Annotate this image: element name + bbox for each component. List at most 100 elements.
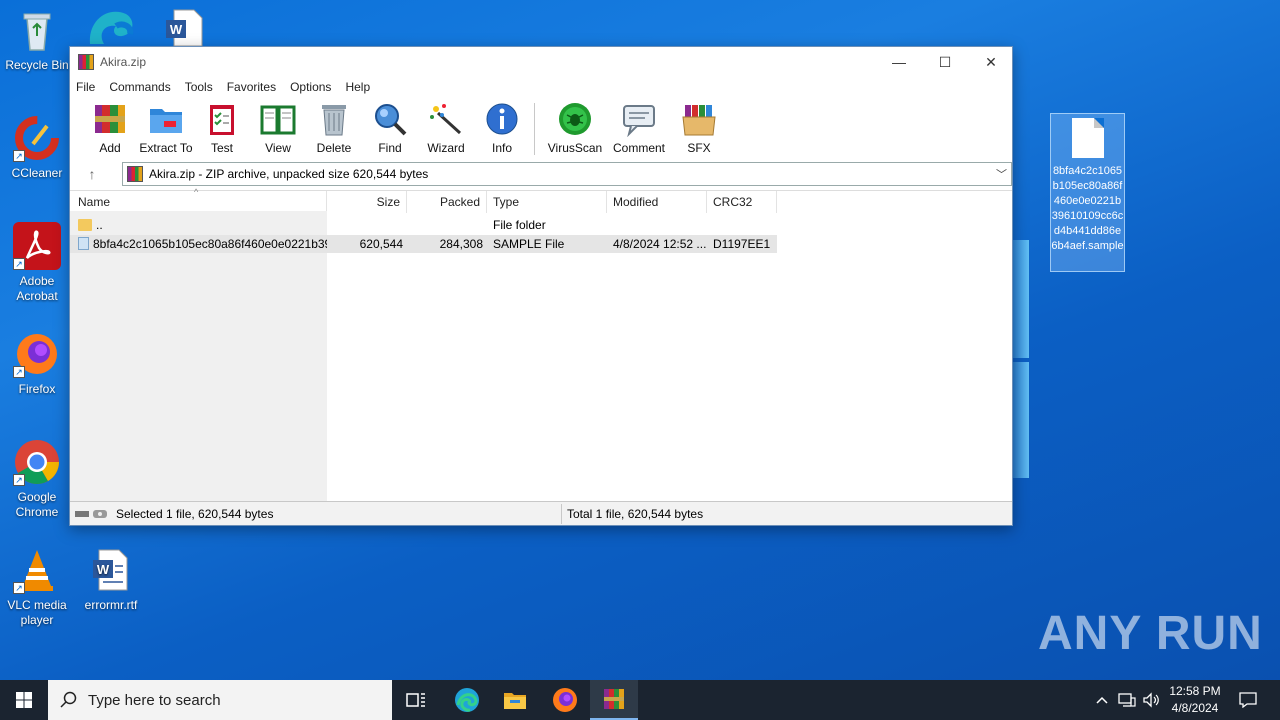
close-button[interactable]: ✕ [968, 47, 1014, 77]
virus-scan-icon [557, 101, 593, 137]
status-divider [561, 504, 562, 524]
toolbar-view-button[interactable]: View [250, 101, 306, 155]
svg-text:W: W [97, 562, 110, 577]
column-header-crc32[interactable]: CRC32 [707, 191, 777, 213]
vlc-icon: ↗ [13, 546, 61, 594]
desktop-icon-google-chrome[interactable]: ↗ Google Chrome [1, 438, 73, 520]
desktop-icon-label: Adobe Acrobat [16, 274, 58, 303]
up-arrow-icon[interactable]: ↑ [70, 162, 114, 186]
toolbar-label: Test [210, 141, 233, 155]
address-bar: ↑ Akira.zip - ZIP archive, unpacked size… [70, 162, 1012, 186]
archive-path-field[interactable]: Akira.zip - ZIP archive, unpacked size 6… [122, 162, 1012, 186]
taskbar-clock[interactable]: 12:58 PM 4/8/2024 [1160, 683, 1230, 717]
desktop-file-label: 8bfa4c2c1065b105ec80a86f460e0e0221b39610… [1051, 165, 1124, 252]
search-placeholder: Type here to search [88, 691, 221, 709]
toolbar-add-button[interactable]: Add [82, 101, 138, 155]
network-icon[interactable] [1116, 680, 1138, 720]
row-crc32: D1197EE1 [713, 237, 771, 251]
firefox-icon[interactable] [541, 680, 589, 720]
trash-icon [316, 101, 352, 137]
toolbar-virusscan-button[interactable]: VirusScan [543, 101, 607, 155]
menu-favorites[interactable]: Favorites [227, 80, 276, 94]
chevron-up-icon[interactable] [1092, 680, 1112, 720]
toolbar-comment-button[interactable]: Comment [607, 101, 671, 155]
row-modified: 4/8/2024 12:52 ... [613, 237, 707, 251]
winrar-icon[interactable] [590, 680, 638, 720]
ccleaner-icon: ↗ [13, 114, 61, 162]
recycle-bin-icon [13, 6, 61, 54]
column-header-modified[interactable]: Modified [607, 191, 707, 213]
toolbar-wizard-button[interactable]: Wizard [418, 101, 474, 155]
row-name-text: .. [96, 218, 103, 232]
notification-icon[interactable] [1230, 680, 1266, 720]
file-list[interactable]: Name ^ Size Packed Type Modified CRC32 .… [70, 187, 1012, 503]
column-header-type[interactable]: Type [487, 191, 607, 213]
menu-commands[interactable]: Commands [109, 80, 170, 94]
toolbar-sfx-button[interactable]: SFX [671, 101, 727, 155]
status-bar: Selected 1 file, 620,544 bytes Total 1 f… [70, 501, 1012, 525]
toolbar: Add Extract To Test View Delete Find Wiz… [70, 97, 1012, 161]
toolbar-label: Info [491, 141, 512, 155]
toolbar-find-button[interactable]: Find [362, 101, 418, 155]
clock-time: 12:58 PM [1169, 684, 1221, 698]
minimize-button[interactable]: — [876, 47, 922, 77]
adobe-acrobat-icon: ↗ [13, 222, 61, 270]
edge-icon[interactable] [86, 6, 138, 46]
file-explorer-icon[interactable] [491, 680, 539, 720]
desktop-icon-errormr-rtf[interactable]: W errormr.rtf [75, 546, 147, 613]
desktop-selected-sample-file[interactable]: 8bfa4c2c1065b105ec80a86f460e0e0221b39610… [1050, 113, 1125, 272]
maximize-button[interactable]: ☐ [922, 47, 968, 77]
search-icon [60, 691, 77, 708]
menu-file[interactable]: File [76, 80, 95, 94]
row-name-text: 8bfa4c2c1065b105ec80a86f460e0e0221b39... [93, 237, 327, 251]
column-header-packed[interactable]: Packed [407, 191, 487, 213]
desktop-icon-label: VLC media player [7, 598, 67, 627]
shortcut-arrow-icon: ↗ [13, 474, 25, 486]
status-selected: Selected 1 file, 620,544 bytes [116, 506, 274, 521]
toolbar-delete-button[interactable]: Delete [306, 101, 362, 155]
blank-file-icon [1071, 118, 1104, 158]
desktop-icon-label: Recycle Bin [5, 58, 69, 72]
add-archive-icon [92, 101, 128, 137]
column-header-name[interactable]: Name [78, 191, 327, 213]
desktop-icon-recycle-bin[interactable]: Recycle Bin [1, 6, 73, 73]
toolbar-info-button[interactable]: Info [474, 101, 530, 155]
column-header-size[interactable]: Size [327, 191, 407, 213]
taskbar-search-box[interactable]: Type here to search [48, 680, 392, 720]
sort-caret-icon: ^ [194, 187, 199, 197]
chevron-down-icon[interactable]: ﹀ [996, 166, 1007, 182]
desktop-icon-firefox[interactable]: ↗ Firefox [1, 330, 73, 397]
task-view-icon[interactable] [392, 680, 440, 720]
table-row[interactable]: 8bfa4c2c1065b105ec80a86f460e0e0221b39...… [70, 235, 777, 253]
toolbar-extract-to-button[interactable]: Extract To [138, 101, 194, 155]
toolbar-label: View [265, 141, 291, 155]
clock-date: 4/8/2024 [1171, 701, 1219, 715]
toolbar-label: Wizard [427, 141, 465, 155]
table-row[interactable]: .. File folder [70, 216, 777, 234]
menu-options[interactable]: Options [290, 80, 331, 94]
file-icon [78, 237, 89, 250]
desktop-icon-label: Google Chrome [15, 490, 59, 519]
info-icon [484, 101, 520, 137]
edge-icon[interactable] [443, 680, 491, 720]
toolbar-label: Comment [612, 141, 665, 155]
winrar-window[interactable]: Akira.zip — ☐ ✕ File Commands Tools Favo… [69, 46, 1013, 526]
shortcut-arrow-icon: ↗ [13, 150, 25, 162]
word-document-icon[interactable]: W [164, 8, 204, 47]
menu-tools[interactable]: Tools [185, 80, 213, 94]
archive-path-text: Akira.zip - ZIP archive, unpacked size 6… [149, 167, 429, 181]
toolbar-label: Find [378, 141, 402, 155]
anyrun-watermark: ANY RUN [1038, 607, 1263, 660]
toolbar-label: Delete [316, 141, 352, 155]
desktop-icon-adobe-acrobat[interactable]: ↗ Adobe Acrobat [1, 222, 73, 304]
menu-bar: File Commands Tools Favorites Options He… [70, 77, 1012, 97]
desktop-icon-vlc[interactable]: ↗ VLC media player [1, 546, 73, 628]
start-button[interactable] [0, 680, 48, 720]
title-bar[interactable]: Akira.zip — ☐ ✕ [70, 47, 1012, 77]
toolbar-label: VirusScan [547, 141, 603, 155]
volume-icon[interactable] [1140, 680, 1162, 720]
toolbar-test-button[interactable]: Test [194, 101, 250, 155]
menu-help[interactable]: Help [345, 80, 370, 94]
desktop-icon-ccleaner[interactable]: ↗ CCleaner [1, 114, 73, 181]
find-magnifier-icon [372, 101, 408, 137]
